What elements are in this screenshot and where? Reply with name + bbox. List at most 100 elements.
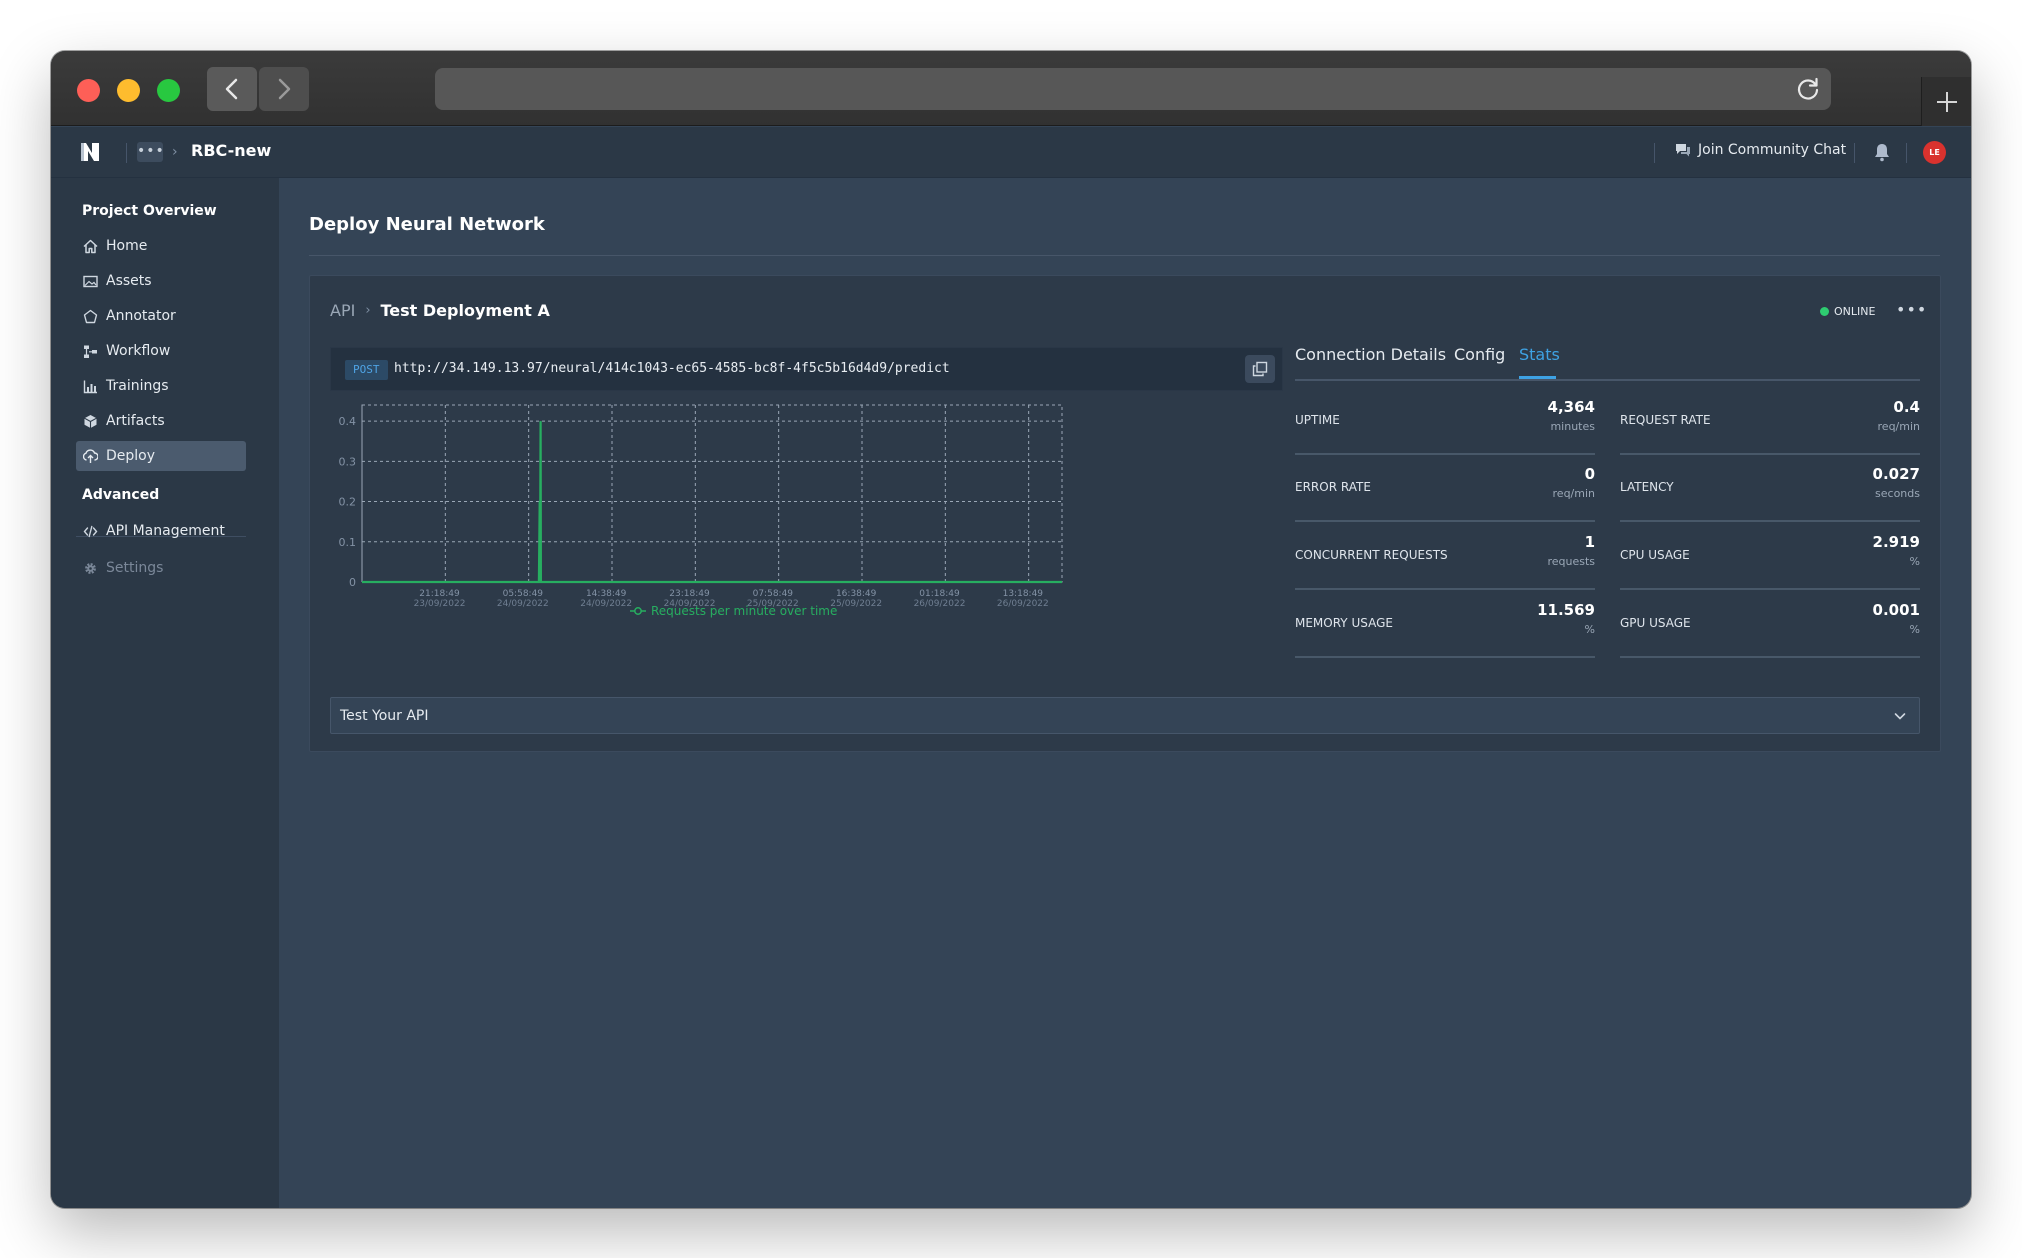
chevron-right-icon bbox=[278, 78, 291, 100]
stat-label: REQUEST RATE bbox=[1620, 413, 1711, 427]
sidebar-item-annotator[interactable]: Annotator bbox=[76, 301, 246, 331]
plus-icon bbox=[1936, 91, 1957, 112]
sidebar-item-settings[interactable]: Settings bbox=[76, 553, 246, 583]
page-title: Deploy Neural Network bbox=[309, 214, 545, 235]
sidebar-item-workflow[interactable]: Workflow bbox=[76, 336, 246, 366]
sidebar-item-label: API Management bbox=[106, 523, 225, 539]
status-text: ONLINE bbox=[1834, 305, 1876, 318]
breadcrumb-api-link[interactable]: API bbox=[330, 301, 355, 320]
chat-icon bbox=[1676, 143, 1690, 156]
stat-memory-usage: MEMORY USAGE 11.569 % bbox=[1295, 591, 1595, 658]
copy-url-button[interactable] bbox=[1245, 355, 1275, 383]
cube-icon bbox=[84, 414, 97, 428]
stat-unit: % bbox=[1909, 623, 1920, 636]
stat-unit: req/min bbox=[1552, 487, 1595, 500]
stat-latency: LATENCY 0.027 seconds bbox=[1620, 455, 1920, 522]
app-logo[interactable] bbox=[79, 141, 101, 163]
sidebar-item-home[interactable]: Home bbox=[76, 231, 246, 261]
copy-icon bbox=[1252, 361, 1268, 377]
requests-chart: 00.10.20.30.421:18:4923/09/202205:58:492… bbox=[339, 404, 1063, 618]
sidebar-item-artifacts[interactable]: Artifacts bbox=[76, 406, 246, 436]
x-tick-date-label: 23/09/2022 bbox=[414, 599, 466, 609]
chart-frame bbox=[361, 404, 1063, 583]
stat-cpu-usage: CPU USAGE 2.919 % bbox=[1620, 523, 1920, 590]
breadcrumb: API › Test Deployment A bbox=[330, 301, 550, 320]
new-tab-button[interactable] bbox=[1921, 77, 1971, 126]
x-tick-time-label: 01:18:49 bbox=[919, 589, 960, 599]
stat-value: 1 bbox=[1584, 533, 1595, 551]
x-tick-date-label: 26/09/2022 bbox=[914, 599, 966, 609]
image-icon bbox=[83, 275, 98, 287]
join-community-chat-button[interactable]: Join Community Chat bbox=[1675, 142, 1846, 158]
x-tick-time-label: 23:18:49 bbox=[669, 589, 710, 599]
stat-value: 0.001 bbox=[1872, 601, 1920, 619]
reload-icon[interactable] bbox=[1795, 76, 1821, 102]
x-tick-date-label: 24/09/2022 bbox=[580, 599, 632, 609]
stat-label: MEMORY USAGE bbox=[1295, 616, 1393, 630]
app-header: ••• › RBC-new Join Community Chat LE bbox=[51, 127, 1971, 178]
header-divider bbox=[1654, 143, 1655, 163]
back-button[interactable] bbox=[207, 67, 257, 111]
avatar[interactable]: LE bbox=[1923, 141, 1946, 164]
header-divider bbox=[126, 143, 127, 163]
test-api-accordion[interactable]: Test Your API bbox=[330, 697, 1920, 734]
stat-label: ERROR RATE bbox=[1295, 480, 1371, 494]
x-tick-time-label: 21:18:49 bbox=[419, 589, 460, 599]
x-tick-time-label: 07:58:49 bbox=[753, 589, 794, 599]
minimize-window-button[interactable] bbox=[117, 79, 140, 102]
x-tick-time-label: 14:38:49 bbox=[586, 589, 627, 599]
deployment-name: Test Deployment A bbox=[380, 301, 550, 320]
sidebar-item-label: Trainings bbox=[106, 378, 169, 394]
project-name[interactable]: RBC-new bbox=[191, 141, 271, 160]
address-bar[interactable] bbox=[435, 68, 1831, 110]
tab-stats[interactable]: Stats bbox=[1519, 345, 1560, 364]
stat-unit: % bbox=[1584, 623, 1595, 636]
endpoint-url[interactable]: http://34.149.13.97/neural/414c1043-ec65… bbox=[394, 361, 950, 376]
forward-button[interactable] bbox=[259, 67, 309, 111]
stat-unit: requests bbox=[1547, 555, 1595, 568]
active-tab-indicator bbox=[1519, 376, 1556, 379]
sidebar-item-label: Workflow bbox=[106, 343, 171, 359]
sidebar-item-assets[interactable]: Assets bbox=[76, 266, 246, 296]
legend-label: Requests per minute over time bbox=[651, 604, 837, 618]
sidebar-item-label: Home bbox=[106, 238, 148, 254]
stat-value: 11.569 bbox=[1537, 601, 1595, 619]
tab-connection-details[interactable]: Connection Details bbox=[1295, 345, 1446, 364]
home-icon bbox=[83, 239, 98, 253]
status-dot-icon bbox=[1820, 307, 1829, 316]
browser-window: ••• › RBC-new Join Community Chat LE Pro… bbox=[51, 51, 1971, 1208]
stat-unit: % bbox=[1909, 555, 1920, 568]
sidebar-item-label: Annotator bbox=[106, 308, 176, 324]
sidebar-item-label: Settings bbox=[106, 560, 164, 576]
close-window-button[interactable] bbox=[77, 79, 100, 102]
tab-config[interactable]: Config bbox=[1454, 345, 1505, 364]
http-method-badge: POST bbox=[345, 360, 388, 380]
sidebar-heading-overview: Project Overview bbox=[82, 203, 217, 219]
stat-unit: seconds bbox=[1875, 487, 1920, 500]
annotator-icon bbox=[83, 309, 98, 323]
sidebar-item-deploy[interactable]: Deploy bbox=[76, 441, 246, 471]
status-badge: ONLINE bbox=[1820, 305, 1875, 318]
gear-icon bbox=[85, 562, 96, 574]
deploy-icon bbox=[83, 448, 98, 463]
stat-error-rate: ERROR RATE 0 req/min bbox=[1295, 455, 1595, 522]
bell-icon[interactable] bbox=[1873, 142, 1891, 162]
breadcrumb-more-button[interactable]: ••• bbox=[137, 142, 164, 162]
stat-unit: req/min bbox=[1877, 420, 1920, 433]
maximize-window-button[interactable] bbox=[157, 79, 180, 102]
stat-value: 0.4 bbox=[1893, 398, 1920, 416]
stat-value: 0.027 bbox=[1872, 465, 1920, 483]
more-options-button[interactable]: ••• bbox=[1896, 300, 1927, 319]
stat-value: 0 bbox=[1584, 465, 1595, 483]
x-tick-date-label: 24/09/2022 bbox=[497, 599, 549, 609]
sidebar-item-trainings[interactable]: Trainings bbox=[76, 371, 246, 401]
stat-label: CPU USAGE bbox=[1620, 548, 1690, 562]
sidebar-item-label: Artifacts bbox=[106, 413, 165, 429]
stat-label: LATENCY bbox=[1620, 480, 1674, 494]
chevron-down-icon bbox=[1894, 713, 1906, 720]
y-tick-label: 0 bbox=[349, 576, 356, 589]
code-icon bbox=[83, 525, 98, 537]
detail-tabs: Connection Details Config Stats bbox=[1295, 345, 1920, 381]
stat-unit: minutes bbox=[1550, 420, 1595, 433]
sidebar-item-api-management[interactable]: API Management bbox=[76, 516, 246, 546]
